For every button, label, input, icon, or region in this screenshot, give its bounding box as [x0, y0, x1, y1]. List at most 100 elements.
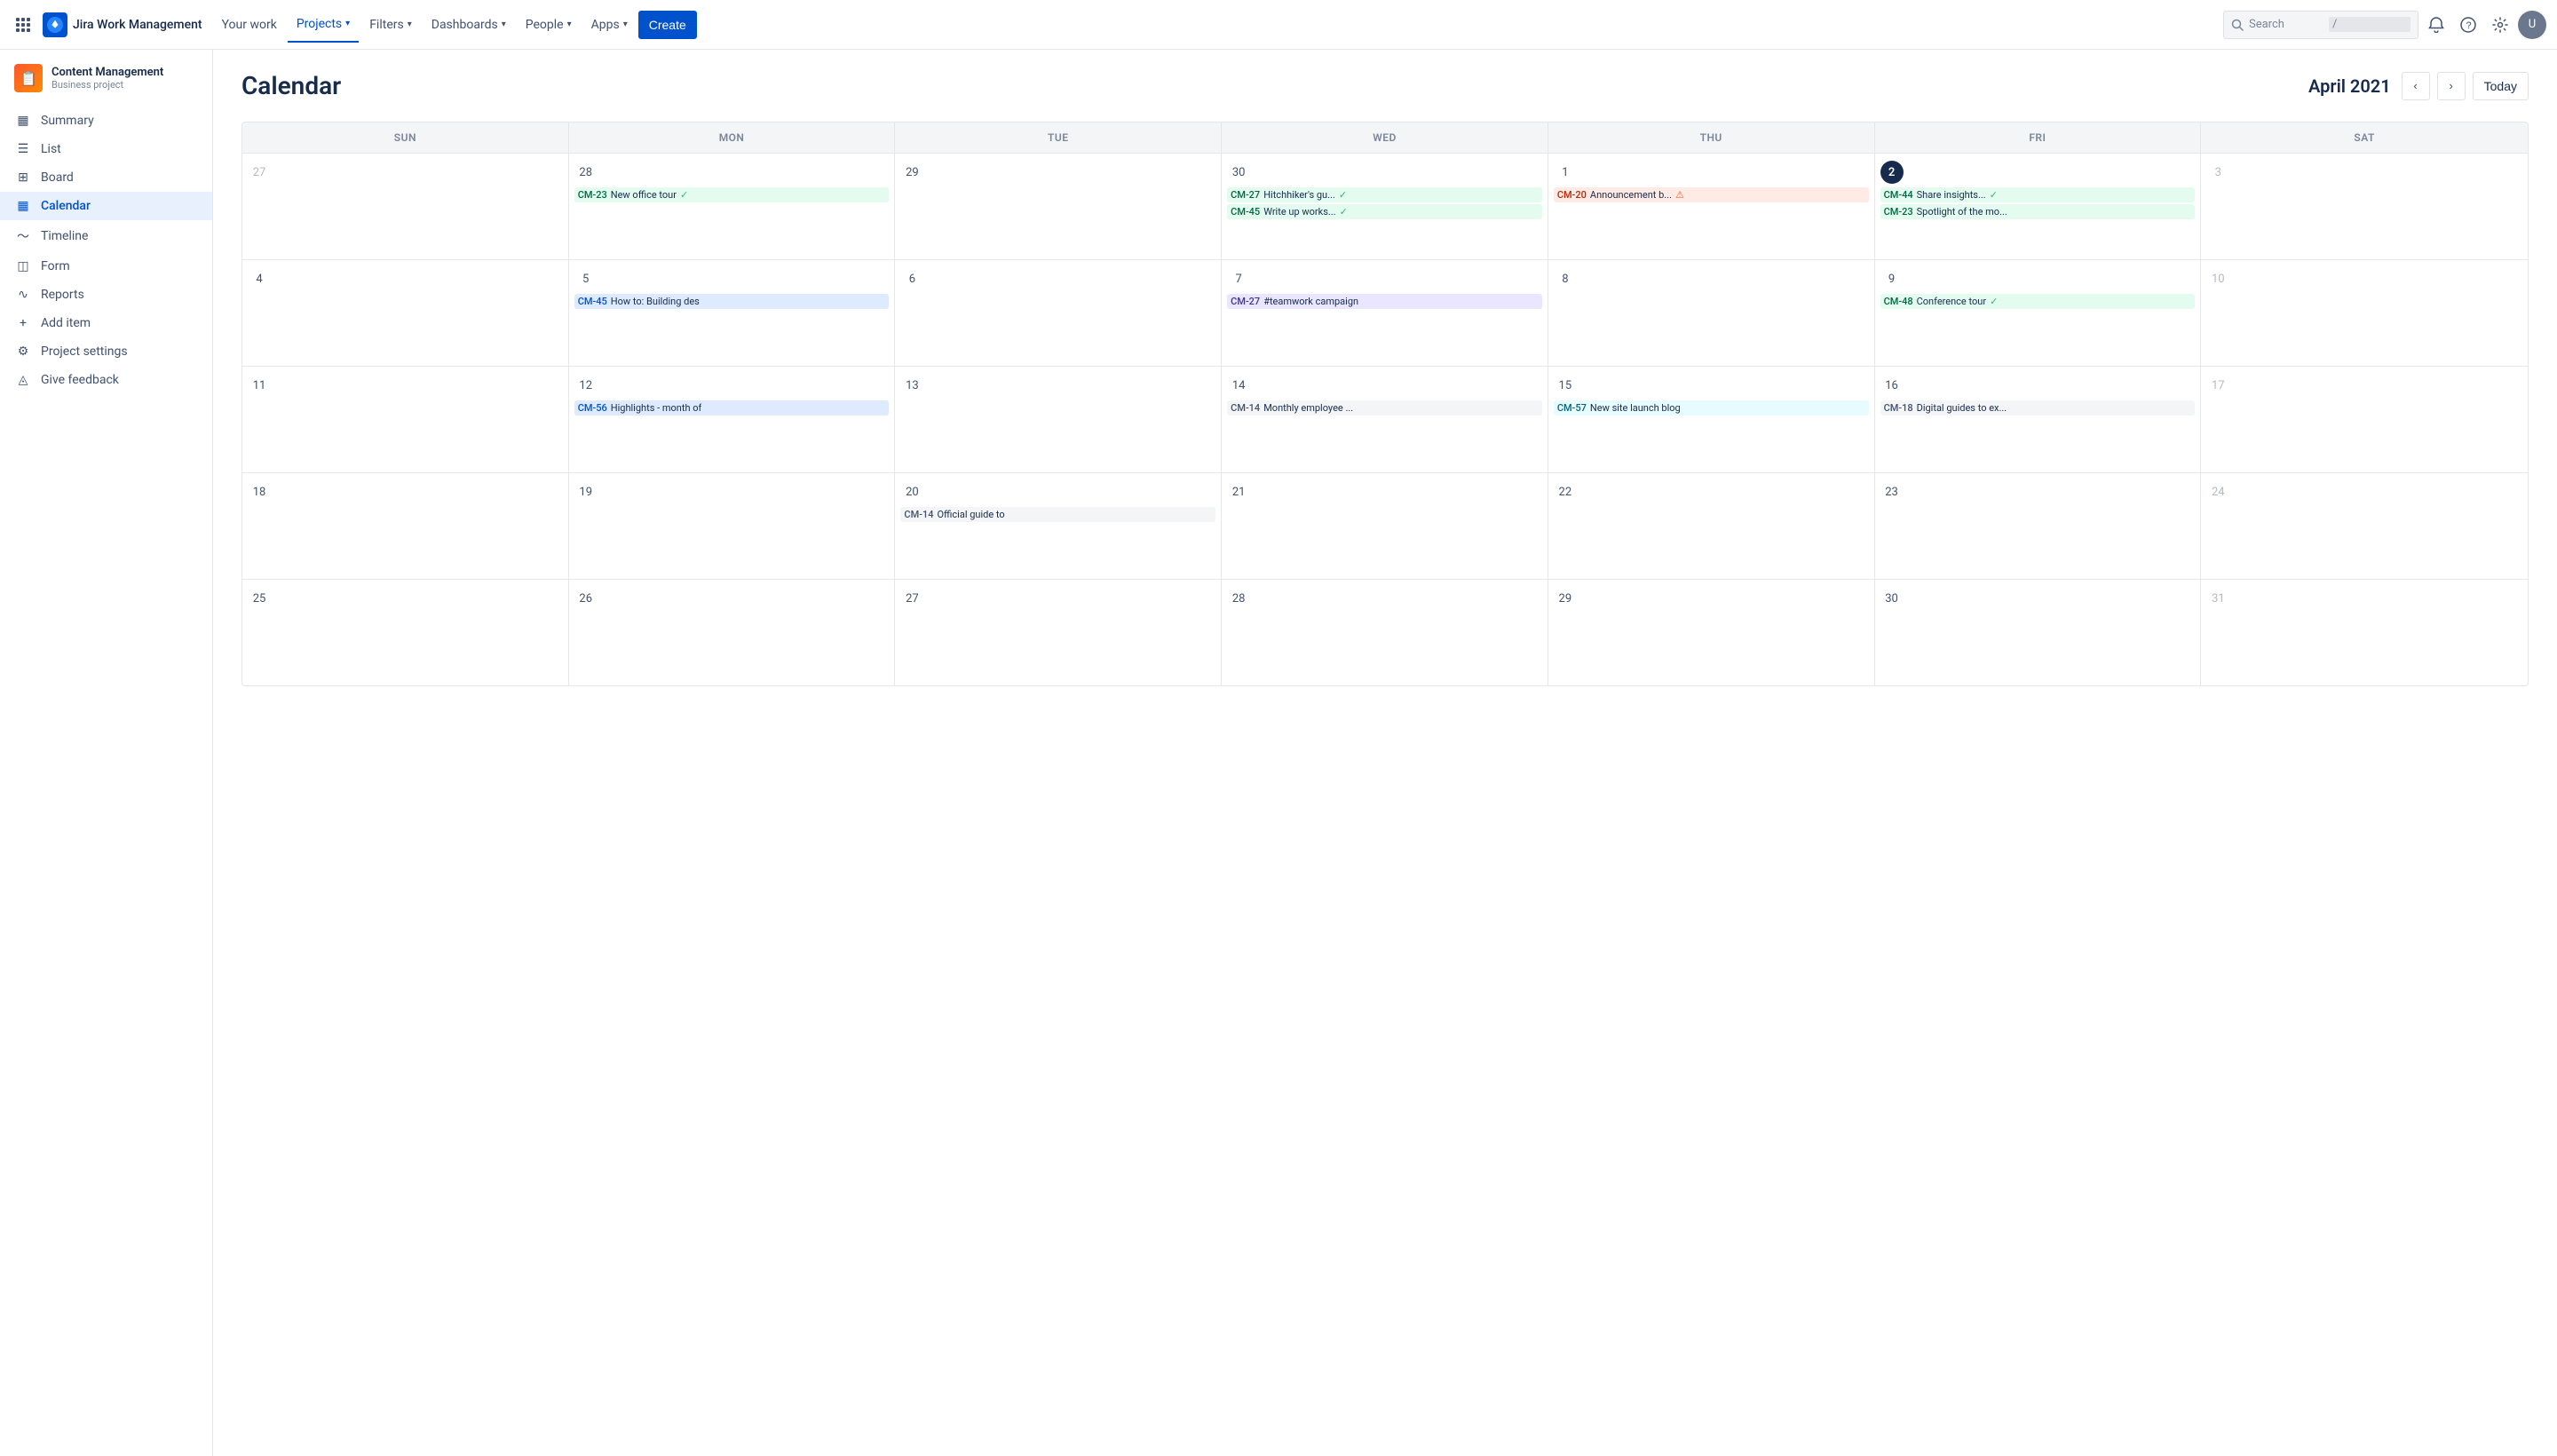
calendar-cell[interactable]: 25 — [242, 579, 569, 685]
search-hint: / — [2329, 17, 2411, 32]
calendar-event[interactable]: CM-27#teamwork campaign — [1227, 294, 1542, 309]
project-name: Content Management — [51, 66, 163, 79]
notifications-button[interactable] — [2422, 11, 2450, 39]
projects-nav[interactable]: Projects ▾ — [288, 7, 359, 43]
calendar-cell[interactable]: 11 — [242, 366, 569, 472]
project-type: Business project — [51, 79, 163, 91]
calendar-event[interactable]: CM-14Monthly employee ... — [1227, 400, 1542, 415]
calendar-date: 29 — [900, 161, 923, 184]
sidebar: 📋 Content Management Business project ▦ … — [0, 50, 213, 1456]
today-button[interactable]: Today — [2473, 72, 2529, 100]
calendar-cell[interactable]: 12CM-56Highlights - month of — [569, 366, 896, 472]
calendar-cell[interactable]: 19 — [569, 472, 896, 579]
calendar-date: 18 — [248, 480, 271, 503]
calendar-cell[interactable]: 8 — [1548, 259, 1875, 366]
app-logo[interactable]: Jira Work Management — [43, 12, 202, 37]
calendar-cell[interactable]: 18 — [242, 472, 569, 579]
day-header-thu: THU — [1548, 123, 1875, 153]
calendar-cell[interactable]: 29 — [895, 153, 1222, 259]
apps-nav[interactable]: Apps ▾ — [582, 7, 637, 43]
calendar-cell[interactable]: 21 — [1222, 472, 1548, 579]
calendar-cell[interactable]: 26 — [569, 579, 896, 685]
project-info: Content Management Business project — [51, 66, 163, 91]
next-month-button[interactable]: › — [2437, 72, 2466, 100]
calendar-event[interactable]: CM-57New site launch blog — [1554, 400, 1869, 415]
calendar-cell[interactable]: 10 — [2201, 259, 2528, 366]
calendar-date: 13 — [900, 374, 923, 397]
calendar-cell[interactable]: 6 — [895, 259, 1222, 366]
calendar-event[interactable]: CM-27Hitchhiker's gu...✓ — [1227, 187, 1542, 202]
calendar-event[interactable]: CM-20Announcement b...⚠ — [1554, 187, 1869, 202]
day-header-sat: SAT — [2201, 123, 2528, 153]
people-chevron-icon: ▾ — [567, 20, 572, 29]
calendar-event[interactable]: CM-14Official guide to — [900, 507, 1215, 522]
sidebar-item-board[interactable]: ⊞ Board — [0, 163, 212, 192]
people-nav[interactable]: People ▾ — [517, 7, 581, 43]
sidebar-item-list[interactable]: ☰ List — [0, 135, 212, 163]
search-icon — [2231, 19, 2244, 31]
user-avatar[interactable]: U — [2518, 11, 2546, 39]
project-icon: 📋 — [14, 64, 43, 92]
projects-chevron-icon: ▾ — [345, 19, 350, 28]
calendar-cell[interactable]: 7CM-27#teamwork campaign — [1222, 259, 1548, 366]
calendar-cell[interactable]: 28CM-23New office tour✓ — [569, 153, 896, 259]
help-button[interactable]: ? — [2454, 11, 2482, 39]
calendar-date: 15 — [1554, 374, 1577, 397]
calendar-cell[interactable]: 3 — [2201, 153, 2528, 259]
filters-nav[interactable]: Filters ▾ — [360, 7, 421, 43]
calendar-date: 3 — [2206, 161, 2229, 184]
calendar-cell[interactable]: 13 — [895, 366, 1222, 472]
calendar-cell[interactable]: 24 — [2201, 472, 2528, 579]
sidebar-item-form[interactable]: ◫ Form — [0, 252, 212, 281]
calendar-header: Calendar April 2021 ‹ › Today — [241, 71, 2529, 100]
calendar-event[interactable]: CM-48Conference tour✓ — [1880, 294, 2196, 309]
check-icon: ✓ — [1340, 206, 1348, 218]
calendar-cell[interactable]: 17 — [2201, 366, 2528, 472]
calendar-date: 30 — [1880, 587, 1904, 610]
sidebar-item-summary[interactable]: ▦ Summary — [0, 107, 212, 135]
calendar-cell[interactable]: 5CM-45How to: Building des — [569, 259, 896, 366]
calendar-cell[interactable]: 4 — [242, 259, 569, 366]
dashboards-nav[interactable]: Dashboards ▾ — [423, 7, 515, 43]
calendar-cell[interactable]: 29 — [1548, 579, 1875, 685]
calendar-date: 8 — [1554, 267, 1577, 290]
calendar-event[interactable]: CM-56Highlights - month of — [574, 400, 890, 415]
calendar-cell[interactable]: 15 CM-57New site launch blog — [1548, 366, 1875, 472]
sidebar-item-project-settings[interactable]: ⚙ Project settings — [0, 337, 212, 366]
calendar-date: 31 — [2206, 587, 2229, 610]
add-item-icon: + — [14, 316, 32, 330]
calendar-date: 28 — [1227, 587, 1250, 610]
calendar-cell[interactable]: 31 — [2201, 579, 2528, 685]
calendar-cell[interactable]: 22 — [1548, 472, 1875, 579]
prev-month-button[interactable]: ‹ — [2402, 72, 2430, 100]
sidebar-item-timeline[interactable]: 〜 Timeline — [0, 220, 212, 252]
calendar-cell[interactable]: 16CM-18Digital guides to ex... — [1875, 366, 2202, 472]
calendar-cell[interactable]: 23 — [1875, 472, 2202, 579]
calendar-event[interactable]: CM-45Write up works...✓ — [1227, 204, 1542, 219]
calendar-cell[interactable]: 30 — [1875, 579, 2202, 685]
calendar-event[interactable]: CM-23New office tour✓ — [574, 187, 890, 202]
sidebar-item-give-feedback[interactable]: ◬ Give feedback — [0, 366, 212, 394]
calendar-date: 23 — [1880, 480, 1904, 503]
calendar-cell[interactable]: 20CM-14Official guide to — [895, 472, 1222, 579]
your-work-nav[interactable]: Your work — [213, 7, 286, 43]
calendar-cell[interactable]: 30CM-27Hitchhiker's gu...✓CM-45Write up … — [1222, 153, 1548, 259]
calendar-cell[interactable]: 9CM-48Conference tour✓ — [1875, 259, 2202, 366]
grid-menu-icon[interactable] — [11, 12, 36, 37]
calendar-event[interactable]: CM-44Share insights...✓ — [1880, 187, 2196, 202]
sidebar-item-reports[interactable]: ∿ Reports — [0, 281, 212, 309]
sidebar-item-calendar[interactable]: ▦ Calendar — [0, 192, 212, 220]
calendar-cell[interactable]: 2CM-44Share insights...✓CM-23Spotlight o… — [1875, 153, 2202, 259]
search-box[interactable]: Search / — [2223, 11, 2418, 39]
create-button[interactable]: Create — [638, 11, 697, 39]
calendar-cell[interactable]: 27 — [895, 579, 1222, 685]
calendar-event[interactable]: CM-23Spotlight of the mo... — [1880, 204, 2196, 219]
calendar-cell[interactable]: 28 — [1222, 579, 1548, 685]
calendar-event[interactable]: CM-18Digital guides to ex... — [1880, 400, 2196, 415]
sidebar-item-add-item[interactable]: + Add item — [0, 309, 212, 337]
calendar-event[interactable]: CM-45How to: Building des — [574, 294, 890, 309]
settings-button[interactable] — [2486, 11, 2514, 39]
calendar-cell[interactable]: 14CM-14Monthly employee ... — [1222, 366, 1548, 472]
calendar-cell[interactable]: 1CM-20Announcement b...⚠ — [1548, 153, 1875, 259]
calendar-cell[interactable]: 27 — [242, 153, 569, 259]
